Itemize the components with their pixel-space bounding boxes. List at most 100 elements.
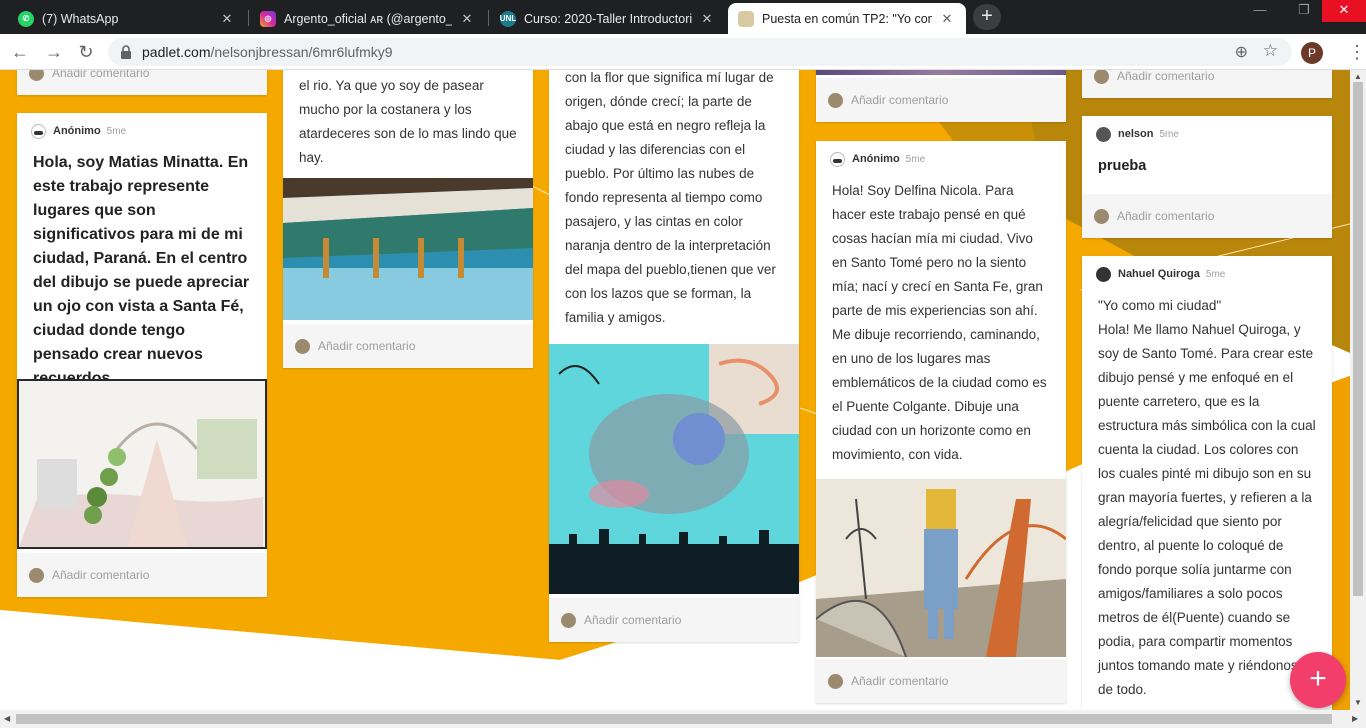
scroll-left-icon[interactable]: ◀ xyxy=(4,714,10,723)
add-comment-bar[interactable]: Añadir comentario xyxy=(17,70,267,95)
padlet-wall: Añadir comentario Anónimo 5me Hola, soy … xyxy=(0,70,1366,728)
vertical-scrollbar[interactable]: ▲ ▼ xyxy=(1350,70,1366,710)
post-image-drawing[interactable] xyxy=(17,379,267,549)
post-header: Anónimo 5me xyxy=(17,115,267,147)
post-image-partial[interactable] xyxy=(816,70,1066,75)
add-comment-label: Añadir comentario xyxy=(318,339,416,353)
profile-avatar[interactable]: P xyxy=(1301,42,1323,64)
post-author: Anónimo xyxy=(852,153,900,165)
lock-icon xyxy=(121,45,131,59)
post-card-delfina[interactable]: Anónimo 5me Hola! Soy Delfina Nicola. Pa… xyxy=(816,141,1066,703)
post-author: Nahuel Quiroga xyxy=(1118,268,1200,280)
post-card-river[interactable]: el rio. Ya que yo soy de pasear mucho po… xyxy=(283,70,533,368)
tab-title: Puesta en común TP2: "Yo como xyxy=(762,11,932,26)
instagram-icon: ◎ xyxy=(260,10,276,27)
address-bar[interactable]: padlet.com/nelsonjbressan/6mr6lufmky9 ⊕ … xyxy=(108,38,1292,66)
add-comment-bar[interactable]: Añadir comentario xyxy=(816,78,1066,122)
post-time: 5me xyxy=(905,153,926,165)
forward-button[interactable]: → xyxy=(40,38,68,66)
post-body: "Yo como mi ciudad" Hola! Me llamo Nahue… xyxy=(1098,298,1316,697)
post-card-matias[interactable]: Anónimo 5me Hola, soy Matias Minatta. En… xyxy=(17,113,267,597)
post-time: 5me xyxy=(1159,128,1179,140)
url-text: padlet.com/nelsonjbressan/6mr6lufmky9 xyxy=(142,44,393,60)
browser-window: ✆ (7) WhatsApp ✕ ◎ Argento_oficial ᴀʀ (@… xyxy=(0,0,1366,728)
back-button[interactable]: ← xyxy=(6,38,34,66)
close-tab-icon[interactable]: ✕ xyxy=(458,11,476,27)
maximize-button[interactable]: ❐ xyxy=(1282,0,1326,22)
post-card-partial[interactable]: Añadir comentario xyxy=(1082,70,1332,98)
post-time: 5me xyxy=(106,125,127,137)
add-comment-label: Añadir comentario xyxy=(52,568,150,582)
post-time: 5me xyxy=(1205,268,1226,280)
post-card-partial[interactable]: Añadir comentario xyxy=(816,70,1066,122)
tab-title: Curso: 2020-Taller Introductorio xyxy=(524,11,692,26)
menu-icon[interactable]: ⋮ xyxy=(1348,40,1366,64)
vertical-scroll-thumb[interactable] xyxy=(1353,82,1363,596)
post-header: Nahuel Quiroga 5me xyxy=(1082,258,1332,290)
user-avatar xyxy=(1096,126,1111,142)
tab-instagram[interactable]: ◎ Argento_oficial ᴀʀ (@argento_ofic ✕ xyxy=(250,3,486,34)
tab-separator xyxy=(488,10,489,26)
horizontal-scroll-thumb[interactable] xyxy=(16,714,1332,724)
tab-whatsapp[interactable]: ✆ (7) WhatsApp ✕ xyxy=(8,3,246,34)
close-tab-icon[interactable]: ✕ xyxy=(938,11,956,27)
add-comment-label: Añadir comentario xyxy=(52,70,150,80)
unl-icon: UNL xyxy=(500,10,516,27)
add-comment-bar[interactable]: Añadir comentario xyxy=(283,324,533,368)
add-comment-label: Añadir comentario xyxy=(851,674,949,688)
add-comment-bar[interactable]: Añadir comentario xyxy=(1082,70,1332,98)
tab-padlet[interactable]: Puesta en común TP2: "Yo como ✕ xyxy=(728,3,966,34)
horizontal-scrollbar[interactable]: ◀ ▶ xyxy=(0,710,1366,728)
user-avatar xyxy=(828,673,843,689)
whatsapp-icon: ✆ xyxy=(18,10,34,27)
tab-curso[interactable]: UNL Curso: 2020-Taller Introductorio ✕ xyxy=(490,3,726,34)
post-image-collage[interactable] xyxy=(549,344,799,594)
post-header: Anónimo 5me xyxy=(816,143,1066,175)
add-comment-bar[interactable]: Añadir comentario xyxy=(17,553,267,597)
user-avatar xyxy=(29,70,44,81)
url-domain: padlet.com xyxy=(142,44,211,60)
post-body: el rio. Ya que yo soy de pasear mucho po… xyxy=(299,78,517,165)
new-tab-button[interactable]: + xyxy=(973,4,1001,30)
add-icon[interactable]: ⊕ xyxy=(1235,42,1248,62)
post-title: prueba xyxy=(1098,158,1147,174)
user-avatar xyxy=(828,92,843,108)
user-avatar xyxy=(1096,266,1111,282)
user-avatar xyxy=(561,612,576,628)
post-card-nahuel[interactable]: Nahuel Quiroga 5me "Yo como mi ciudad" H… xyxy=(1082,256,1332,728)
padlet-icon xyxy=(738,10,754,27)
add-comment-bar[interactable]: Añadir comentario xyxy=(1082,194,1332,238)
anonymous-avatar xyxy=(31,123,46,139)
add-comment-label: Añadir comentario xyxy=(1117,209,1215,223)
add-comment-label: Añadir comentario xyxy=(584,613,682,627)
add-post-button[interactable]: + xyxy=(1290,652,1346,708)
post-image-river-painting[interactable] xyxy=(283,178,533,320)
add-comment-bar[interactable]: Añadir comentario xyxy=(816,659,1066,703)
bookmark-star-icon[interactable]: ☆ xyxy=(1263,41,1278,61)
close-window-button[interactable]: ✕ xyxy=(1322,0,1366,22)
anonymous-avatar xyxy=(830,151,845,167)
post-author: nelson xyxy=(1118,128,1154,140)
close-tab-icon[interactable]: ✕ xyxy=(218,11,236,27)
post-image-bridge-drawing[interactable] xyxy=(816,479,1066,657)
minimize-button[interactable]: — xyxy=(1238,0,1282,22)
post-card-flower[interactable]: con la flor que significa mí lugar de or… xyxy=(549,70,799,642)
scroll-down-icon[interactable]: ▼ xyxy=(1354,698,1362,707)
user-avatar xyxy=(1094,208,1109,224)
user-avatar xyxy=(1094,70,1109,84)
post-body: Hola! Soy Delfina Nicola. Para hacer est… xyxy=(832,183,1047,462)
scroll-right-icon[interactable]: ▶ xyxy=(1352,714,1358,723)
post-card-partial[interactable]: Añadir comentario xyxy=(17,70,267,95)
scroll-up-icon[interactable]: ▲ xyxy=(1354,72,1362,81)
add-comment-bar[interactable]: Añadir comentario xyxy=(549,598,799,642)
reload-button[interactable]: ↻ xyxy=(72,38,100,66)
user-avatar xyxy=(295,338,310,354)
close-tab-icon[interactable]: ✕ xyxy=(698,11,716,27)
tab-separator xyxy=(248,10,249,26)
tab-strip: ✆ (7) WhatsApp ✕ ◎ Argento_oficial ᴀʀ (@… xyxy=(0,0,1366,34)
post-body: Hola, soy Matias Minatta. En este trabaj… xyxy=(33,154,250,387)
post-card-prueba[interactable]: nelson 5me prueba Añadir comentario xyxy=(1082,116,1332,238)
tab-title: Argento_oficial ᴀʀ (@argento_ofic xyxy=(284,11,452,26)
post-body: con la flor que significa mí lugar de or… xyxy=(565,70,776,325)
user-avatar xyxy=(29,567,44,583)
